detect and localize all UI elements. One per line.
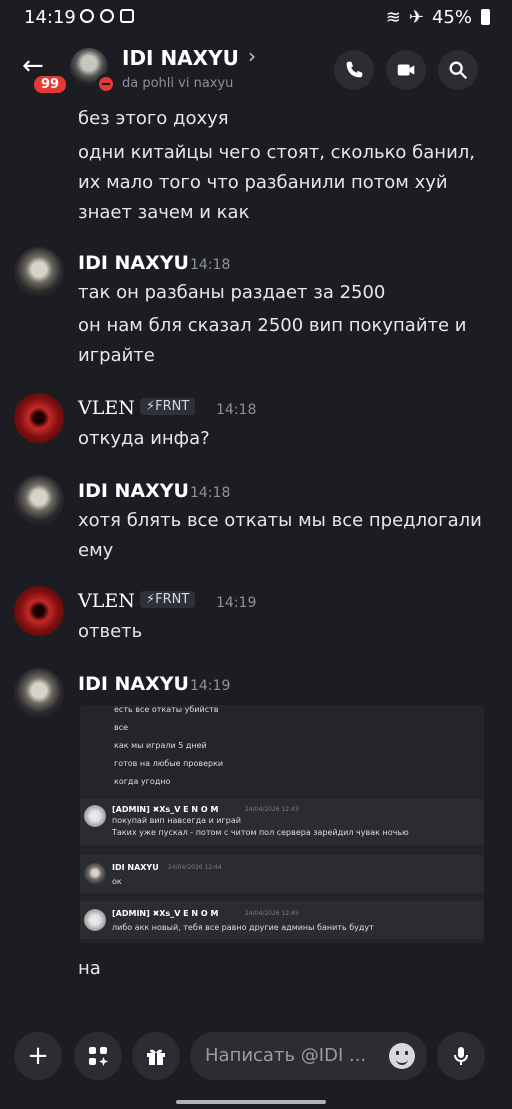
attachment-message: [ADMIN] ✖Xs_V E N O M 24/04/2026 12:43 п… (80, 799, 484, 845)
avatar[interactable] (14, 586, 64, 636)
status-right: ≋ ✈ 45% (386, 7, 472, 28)
notification-icon (80, 9, 94, 23)
message-text: ответь (78, 621, 143, 642)
phone-icon (346, 61, 363, 78)
server-tag-badge[interactable]: ⚡FRNT (140, 398, 196, 415)
attachment-message: [ADMIN] ✖Xs_V E N O M 24/04/2026 12:45 л… (80, 901, 484, 939)
voice-message-button[interactable] (437, 1032, 485, 1080)
message-text: так он разбаны раздает за 2500 (78, 282, 386, 303)
message-text: ему (78, 540, 114, 561)
message-author[interactable]: IDI NAXYU (78, 480, 189, 502)
message-timestamp: 14:19 (190, 678, 231, 694)
apps-button[interactable] (74, 1032, 122, 1080)
message-text: без этого дохуя (78, 108, 229, 129)
video-call-button[interactable] (386, 50, 426, 90)
attachment-author: [ADMIN] ✖Xs_V E N O M (112, 805, 219, 814)
composer-bar: + Написать @IDI ... (0, 1020, 512, 1109)
attachment-text: либо акк новый, тебя все равно другие ад… (112, 923, 374, 932)
avatar[interactable] (14, 393, 64, 443)
attachment-text: ок (112, 877, 122, 886)
message-author[interactable]: VLEN (78, 397, 135, 419)
avatar[interactable] (14, 475, 64, 525)
message-timestamp: 14:19 (216, 595, 257, 611)
message-timestamp: 14:18 (190, 485, 231, 501)
message-author[interactable]: VLEN (78, 590, 135, 612)
message-text: хотя блять все откаты мы все предлогали (78, 510, 482, 531)
battery-percent: 45% (431, 7, 472, 28)
gift-icon (147, 1049, 165, 1065)
message-timestamp: 14:18 (216, 402, 257, 418)
avatar (84, 863, 106, 885)
status-notification-icons (80, 9, 134, 23)
attachment-text: как мы играли 5 дней (114, 741, 207, 750)
message-timestamp: 14:18 (190, 257, 231, 273)
message-text: знает зачем и как (78, 202, 250, 223)
apps-icon (89, 1047, 108, 1066)
chat-header: ← 99 IDI NAXYU › da pohli vi naxyu (0, 34, 512, 102)
attachment-text: когда угодно (114, 777, 171, 786)
attachment-text: готов на любые проверки (114, 759, 224, 768)
message-input-placeholder: Написать @IDI ... (205, 1045, 367, 1066)
plus-icon: + (27, 1041, 49, 1071)
attachment-timestamp: 24/04/2026 12:45 (245, 910, 299, 917)
notification-icon (120, 9, 134, 23)
message-text: на (78, 958, 101, 979)
avatar[interactable] (14, 247, 64, 297)
airplane-icon: ✈ (408, 7, 424, 28)
video-camera-icon (397, 64, 415, 76)
image-attachment[interactable]: есть все откаты убийств все как мы играл… (80, 705, 484, 943)
message-author[interactable]: IDI NAXYU (78, 252, 189, 274)
message-text: он нам бля сказал 2500 вип покупайте и (78, 315, 467, 336)
server-tag-badge[interactable]: ⚡FRNT (140, 591, 196, 608)
microphone-icon (454, 1047, 468, 1065)
attachment-text: покупай вип навсегда и играй (112, 816, 241, 825)
wifi-icon: ≋ (385, 7, 401, 28)
dnd-status-icon (96, 74, 116, 94)
message-text: их мало того что разбанили потом хуй (78, 172, 448, 193)
message-author[interactable]: IDI NAXYU (78, 673, 189, 695)
emoji-icon[interactable] (389, 1043, 415, 1069)
avatar (84, 909, 106, 931)
home-indicator (176, 1100, 326, 1104)
attachment-message: IDI NAXYU 24/04/2026 12:44 ок (80, 855, 484, 893)
voice-call-button[interactable] (334, 50, 374, 90)
attachment-timestamp: 24/04/2026 12:43 (245, 806, 299, 813)
status-time: 14:19 (24, 7, 76, 28)
message-text: откуда инфа? (78, 428, 210, 449)
message-text: играйте (78, 345, 155, 366)
chevron-right-icon[interactable]: › (248, 44, 256, 68)
attachment-timestamp: 24/04/2026 12:44 (168, 864, 222, 871)
page-title[interactable]: IDI NAXYU (122, 46, 239, 70)
user-status-text: da pohli vi naxyu (122, 76, 234, 91)
avatar[interactable] (14, 668, 64, 718)
attachment-text: Таких уже пускал - потом с читом пол сер… (112, 828, 409, 837)
avatar (84, 805, 106, 827)
attachment-author: [ADMIN] ✖Xs_V E N O M (112, 909, 219, 918)
message-text: одни китайцы чего стоят, сколько банил, (78, 142, 475, 163)
unread-badge: 99 (32, 74, 69, 95)
battery-icon (481, 9, 490, 25)
add-attachment-button[interactable]: + (14, 1032, 62, 1080)
notification-icon (100, 9, 114, 23)
attachment-text: есть все откаты убийств (114, 705, 219, 714)
message-input[interactable]: Написать @IDI ... (190, 1032, 427, 1080)
attachment-author: IDI NAXYU (112, 863, 159, 872)
status-bar: 14:19 ≋ ✈ 45% (0, 0, 512, 34)
back-arrow-icon[interactable]: ← (22, 53, 44, 79)
search-icon (449, 61, 468, 80)
gift-button[interactable] (132, 1032, 180, 1080)
attachment-text: все (114, 723, 129, 732)
search-button[interactable] (438, 50, 478, 90)
